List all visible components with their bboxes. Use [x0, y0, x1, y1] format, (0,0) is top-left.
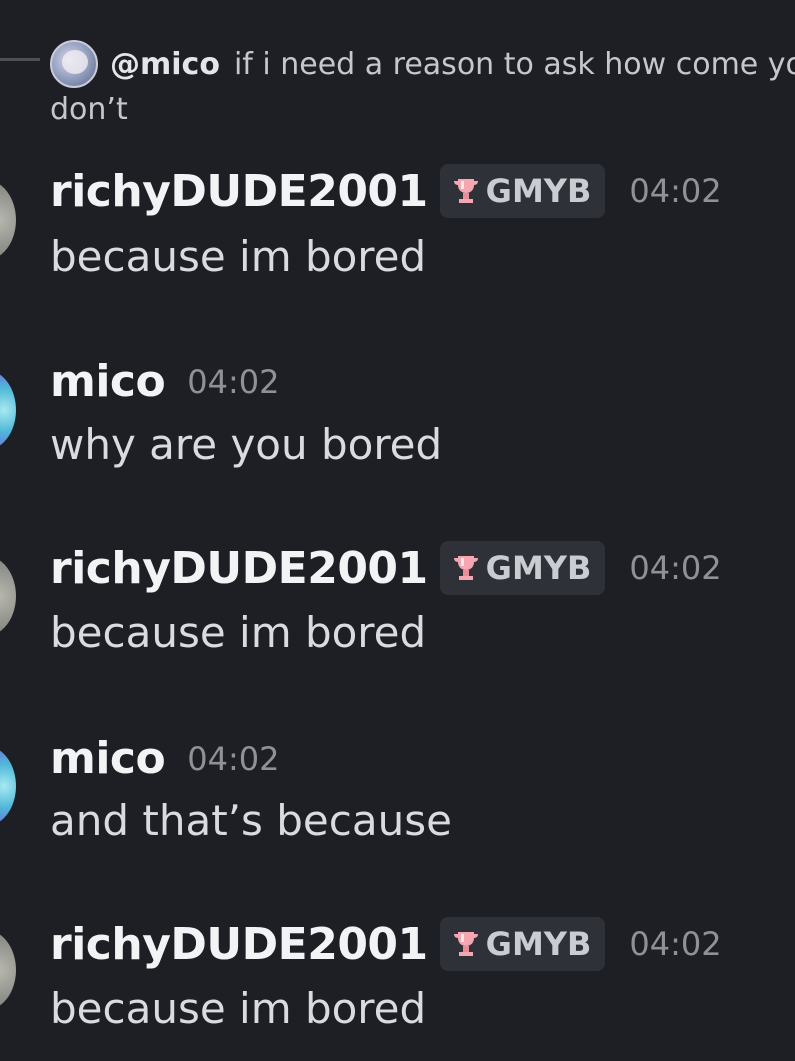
message-header: richyDUDE2001 GMYB 04:02 [50, 164, 722, 218]
trophy-icon [453, 179, 478, 203]
server-tag[interactable]: GMYB [439, 164, 606, 218]
username[interactable]: richyDUDE2001 [50, 543, 428, 594]
message-header: richyDUDE2001 GMYB 04:02 [50, 541, 722, 595]
username[interactable]: mico [50, 733, 166, 784]
tag-label: GMYB [485, 172, 592, 210]
message-content: because im bored [50, 608, 427, 657]
message-header: mico 04:02 [50, 733, 279, 784]
reply-connector-line [0, 58, 40, 65]
server-tag[interactable]: GMYB [439, 541, 606, 595]
timestamp: 04:02 [629, 549, 722, 587]
username[interactable]: mico [50, 356, 166, 407]
username[interactable]: richyDUDE2001 [50, 919, 428, 970]
tag-label: GMYB [485, 549, 592, 587]
server-tag[interactable]: GMYB [439, 917, 606, 971]
message-content: and that’s because [50, 796, 452, 845]
timestamp: 04:02 [629, 925, 722, 963]
tag-label: GMYB [485, 925, 592, 963]
message-header: richyDUDE2001 GMYB 04:02 [50, 917, 722, 971]
chat-messages: @mico if i need a reason to ask how come… [0, 0, 795, 1061]
username[interactable]: richyDUDE2001 [50, 166, 428, 217]
avatar[interactable] [0, 370, 16, 450]
message-content: why are you bored [50, 420, 443, 469]
message-header: mico 04:02 [50, 356, 279, 407]
reply-author[interactable]: @mico [110, 47, 220, 82]
reply-text[interactable]: if i need a reason to ask how come yo [234, 47, 795, 82]
trophy-icon [453, 932, 478, 956]
message-content: because im bored [50, 984, 427, 1033]
avatar[interactable] [0, 180, 16, 260]
reply-preview[interactable]: @mico if i need a reason to ask how come… [50, 40, 795, 88]
reply-avatar[interactable] [50, 40, 98, 88]
reply-text-continued[interactable]: don’t [50, 92, 128, 127]
avatar[interactable] [0, 746, 16, 826]
trophy-icon [453, 556, 478, 580]
timestamp: 04:02 [187, 362, 280, 401]
timestamp: 04:02 [187, 739, 280, 778]
timestamp: 04:02 [629, 172, 722, 210]
message-content: because im bored [50, 232, 427, 281]
avatar[interactable] [0, 556, 16, 636]
avatar[interactable] [0, 930, 16, 1010]
